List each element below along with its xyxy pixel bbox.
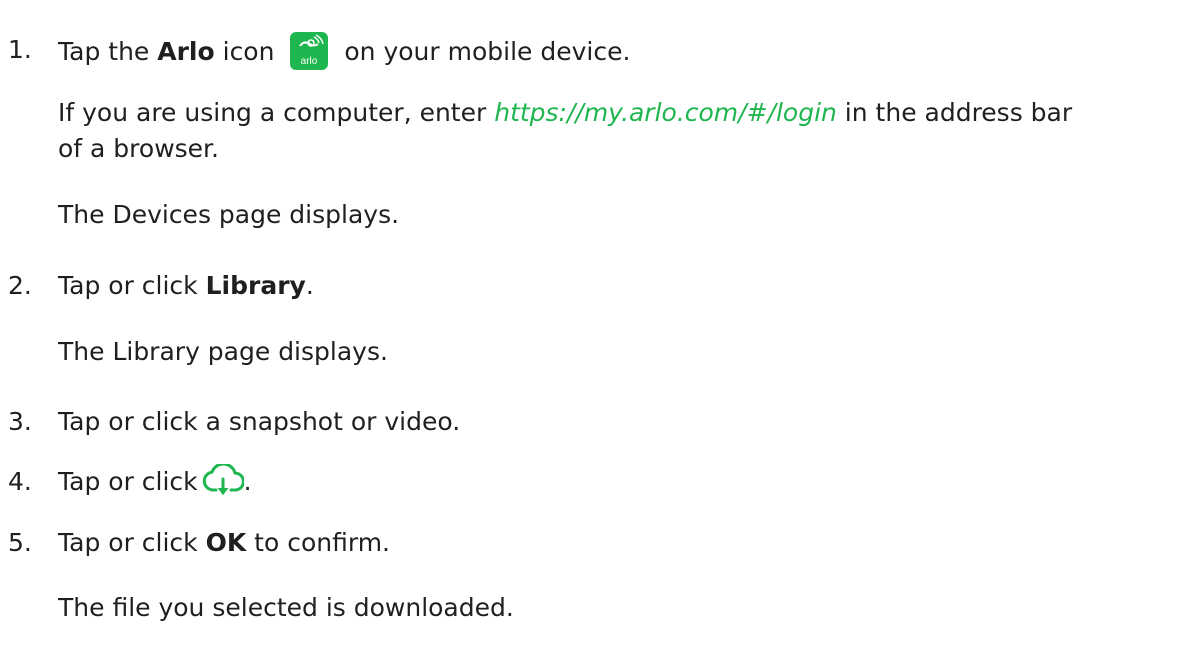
cloud-download-icon — [202, 464, 244, 495]
step-5-result: The file you selected is downloaded. — [58, 593, 514, 622]
step-text: Tap or click a snapshot or video. — [58, 407, 461, 436]
step-text: Tap the Arlo icon arlo on your mobile de… — [58, 32, 630, 70]
step-number: 3. — [8, 407, 32, 436]
arlo-app-icon: arlo — [290, 32, 329, 70]
step-2-result: The Library page displays. — [58, 337, 388, 366]
step-1-result: The Devices page displays. — [58, 200, 400, 229]
step-text: Tap or click OK to confirm. — [58, 528, 390, 557]
step-1-note: If you are using a computer, enter https… — [58, 98, 1073, 127]
step-1-note-line2: of a browser. — [58, 134, 219, 163]
step-number: 1. — [8, 35, 32, 64]
step-number: 2. — [8, 271, 32, 300]
arlo-label: Arlo — [157, 37, 215, 66]
step-number: 4. — [8, 467, 32, 496]
step-text: Tap or click Library. — [58, 271, 314, 300]
library-label: Library — [205, 271, 306, 300]
instruction-page: 1. Tap the Arlo icon arlo on your mobile… — [0, 0, 1204, 667]
step-number: 5. — [8, 528, 32, 557]
login-url-link[interactable]: https://my.arlo.com/#/login — [494, 98, 837, 127]
svg-text:arlo: arlo — [301, 56, 318, 67]
step-text: Tap or click . — [58, 464, 252, 500]
ok-label: OK — [205, 528, 247, 557]
